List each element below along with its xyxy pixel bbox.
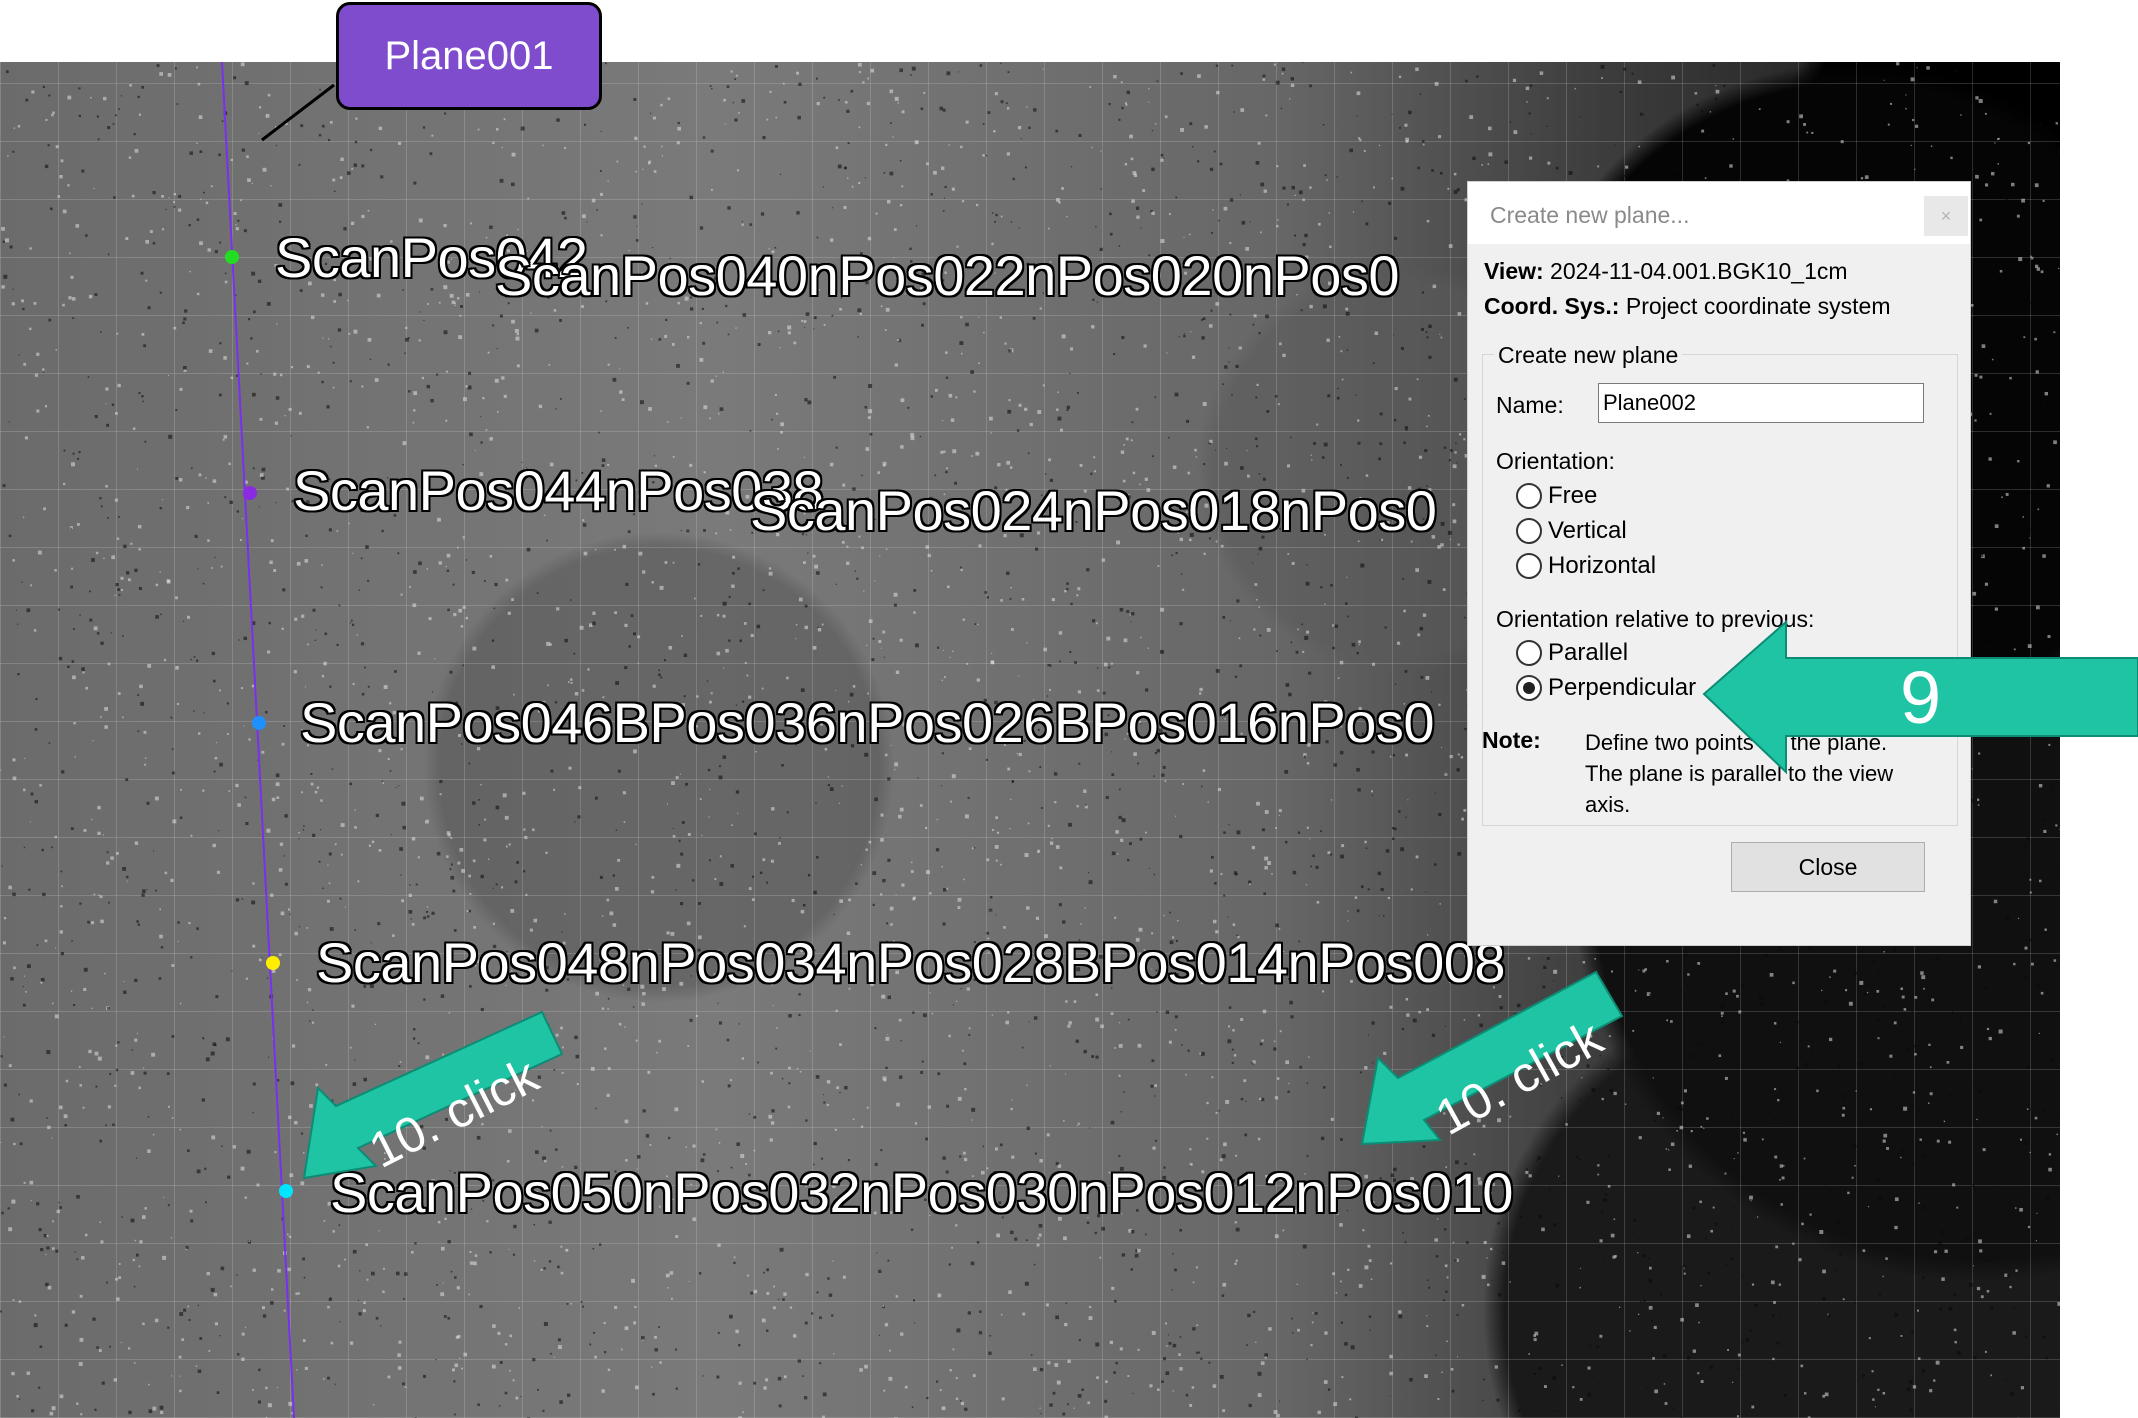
note-label: Note: — [1482, 727, 1541, 753]
radio-horizontal[interactable]: Horizontal — [1516, 552, 1656, 580]
radio-circle[interactable] — [1516, 518, 1542, 544]
radio-label: Horizontal — [1548, 552, 1657, 579]
scanpos-label: ScanPos044nPos038 — [293, 459, 824, 522]
dialog-titlebar[interactable]: Create new plane... × — [1468, 182, 1970, 244]
note-text: Define two points on the plane. The plan… — [1585, 730, 1894, 817]
group-title: Create new plane — [1494, 342, 1683, 369]
scanpos-label: ScanPos048nPos034nPos028BPos014nPos008 — [316, 931, 1506, 994]
radio-vertical[interactable]: Vertical — [1516, 517, 1627, 545]
scanpos-marker-purple[interactable] — [243, 486, 257, 500]
plane001-callout: Plane001 — [336, 2, 602, 110]
scanpos-label: ScanPos046BPos036nPos026BPos016nPos0 — [300, 691, 1435, 754]
scanpos-marker-cyan[interactable] — [279, 1184, 293, 1198]
coord-info: Coord. Sys.: Project coordinate system — [1484, 293, 1890, 320]
scanpos-label: ScanPos024nPos018nPos0 — [750, 479, 1437, 542]
close-icon[interactable]: × — [1924, 196, 1968, 236]
radio-label: Parallel — [1548, 639, 1629, 666]
radio-label: Perpendicular — [1548, 674, 1697, 701]
create-plane-dialog: Create new plane... × View: 2024-11-04.0… — [1467, 181, 1971, 946]
name-input[interactable] — [1598, 383, 1924, 423]
radio-free[interactable]: Free — [1516, 482, 1597, 510]
coord-label: Coord. Sys.: — [1484, 293, 1620, 319]
scanpos-marker-blue[interactable] — [252, 716, 266, 730]
relative-label: Orientation relative to previous: — [1496, 606, 1815, 632]
radio-label: Free — [1548, 482, 1598, 509]
name-label: Name: — [1496, 392, 1564, 418]
scanpos-label: ScanPos050nPos032nPos030nPos012nPos010 — [330, 1161, 1513, 1224]
orientation-label: Orientation: — [1496, 448, 1615, 474]
view-value: 2024-11-04.001.BGK10_1cm — [1550, 258, 1848, 284]
scanpos-marker-green[interactable] — [225, 250, 239, 264]
close-button[interactable]: Close — [1731, 842, 1925, 892]
radio-circle[interactable] — [1516, 553, 1542, 579]
callout-label: Plane001 — [384, 33, 554, 78]
view-label: View: — [1484, 258, 1544, 284]
scanpos-marker-yellow[interactable] — [266, 956, 280, 970]
radio-circle[interactable] — [1516, 640, 1542, 666]
radio-label: Vertical — [1548, 517, 1627, 544]
coord-value: Project coordinate system — [1625, 293, 1891, 319]
radio-circle[interactable] — [1516, 483, 1542, 509]
radio-parallel[interactable]: Parallel — [1516, 639, 1628, 667]
dialog-title: Create new plane... — [1490, 202, 1690, 228]
view-info: View: 2024-11-04.001.BGK10_1cm — [1484, 258, 1848, 285]
radio-circle-checked[interactable] — [1516, 675, 1542, 701]
radio-perpendicular[interactable]: Perpendicular — [1516, 674, 1696, 702]
scanpos-label: ScanPos040nPos022nPos020nPos0 — [495, 244, 1400, 307]
step9-label: 9 — [1900, 656, 1942, 739]
